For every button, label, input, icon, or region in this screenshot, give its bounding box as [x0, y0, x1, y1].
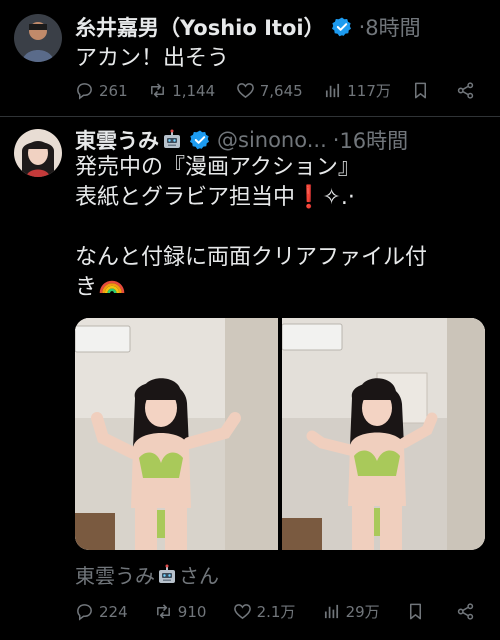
retweet-icon — [151, 83, 165, 98]
like-icon — [233, 604, 251, 620]
view-count: 117万 — [347, 82, 391, 100]
action-bar: 261 1,144 7,645 117万 — [75, 80, 480, 101]
robot-icon — [159, 564, 175, 583]
tweet-1[interactable]: 糸井嘉男（Yoshio Itoi） · 8時間 アカン！出そう 261 1,14… — [0, 0, 500, 116]
tweet-text: アカン！出そう — [75, 46, 230, 71]
share-icon — [457, 82, 474, 99]
bookmark-button[interactable] — [411, 81, 435, 100]
bookmark-icon — [409, 603, 421, 620]
retweet-button[interactable]: 1,144 — [148, 81, 215, 100]
verified-icon — [331, 17, 351, 37]
bookmark-icon — [415, 82, 427, 99]
avatar-tweet-2[interactable] — [14, 129, 62, 177]
robot-icon — [164, 129, 180, 148]
reply-icon — [77, 83, 92, 100]
views-button[interactable]: 29万 — [322, 601, 380, 622]
share-button[interactable] — [456, 602, 480, 621]
avatar-tweet-1[interactable] — [14, 14, 62, 62]
views-icon — [326, 83, 340, 98]
time-separator: · — [358, 15, 366, 39]
views-icon — [324, 604, 338, 619]
action-bar: 224 910 2.1万 29万 — [75, 601, 480, 622]
like-icon — [236, 83, 254, 99]
view-count: 29万 — [345, 603, 380, 621]
tweet-text-body: 発売中の『漫画アクション』 表紙とグラビア担当中❗️✧.· なんと付録に両面クリ… — [75, 155, 428, 300]
reply-button[interactable]: 261 — [75, 81, 128, 100]
handle[interactable]: @sinono... — [217, 128, 327, 152]
bookmark-button[interactable] — [406, 602, 430, 621]
rainbow-icon — [99, 280, 125, 294]
like-button[interactable]: 2.1万 — [233, 601, 296, 622]
timestamp[interactable]: 8時間 — [365, 12, 420, 42]
timestamp[interactable]: 16時間 — [339, 125, 408, 155]
reply-count: 261 — [99, 81, 128, 100]
reply-icon — [77, 604, 92, 621]
tagged-user[interactable]: 東雲うみ さん — [75, 560, 219, 589]
display-name[interactable]: 東雲うみ — [75, 125, 159, 155]
media-grid — [75, 318, 485, 550]
retweet-icon — [156, 604, 170, 619]
reply-count: 224 — [99, 602, 128, 621]
retweet-count: 1,144 — [172, 81, 216, 100]
photo-1[interactable] — [75, 318, 278, 550]
share-button[interactable] — [456, 81, 480, 100]
photo-2[interactable] — [282, 318, 485, 550]
like-count: 7,645 — [259, 81, 303, 100]
share-icon — [457, 603, 474, 620]
retweet-button[interactable]: 910 — [154, 602, 207, 621]
tagged-suffix: さん — [179, 564, 219, 588]
reply-button[interactable]: 224 — [75, 602, 128, 621]
like-button[interactable]: 7,645 — [236, 81, 303, 100]
tweet-2[interactable]: 東雲うみ @sinono... · 16時間 発売中の『漫画アクション』 表紙と… — [0, 117, 500, 640]
retweet-count: 910 — [177, 602, 207, 621]
display-name[interactable]: 糸井嘉男（Yoshio Itoi） — [75, 12, 325, 42]
like-count: 2.1万 — [256, 603, 296, 621]
tweet-text: 発売中の『漫画アクション』 表紙とグラビア担当中❗️✧.· なんと付録に両面クリ… — [75, 153, 490, 303]
verified-icon — [190, 130, 209, 150]
time-separator: · — [332, 128, 340, 152]
tagged-name: 東雲うみ — [75, 564, 155, 588]
views-button[interactable]: 117万 — [323, 80, 391, 101]
